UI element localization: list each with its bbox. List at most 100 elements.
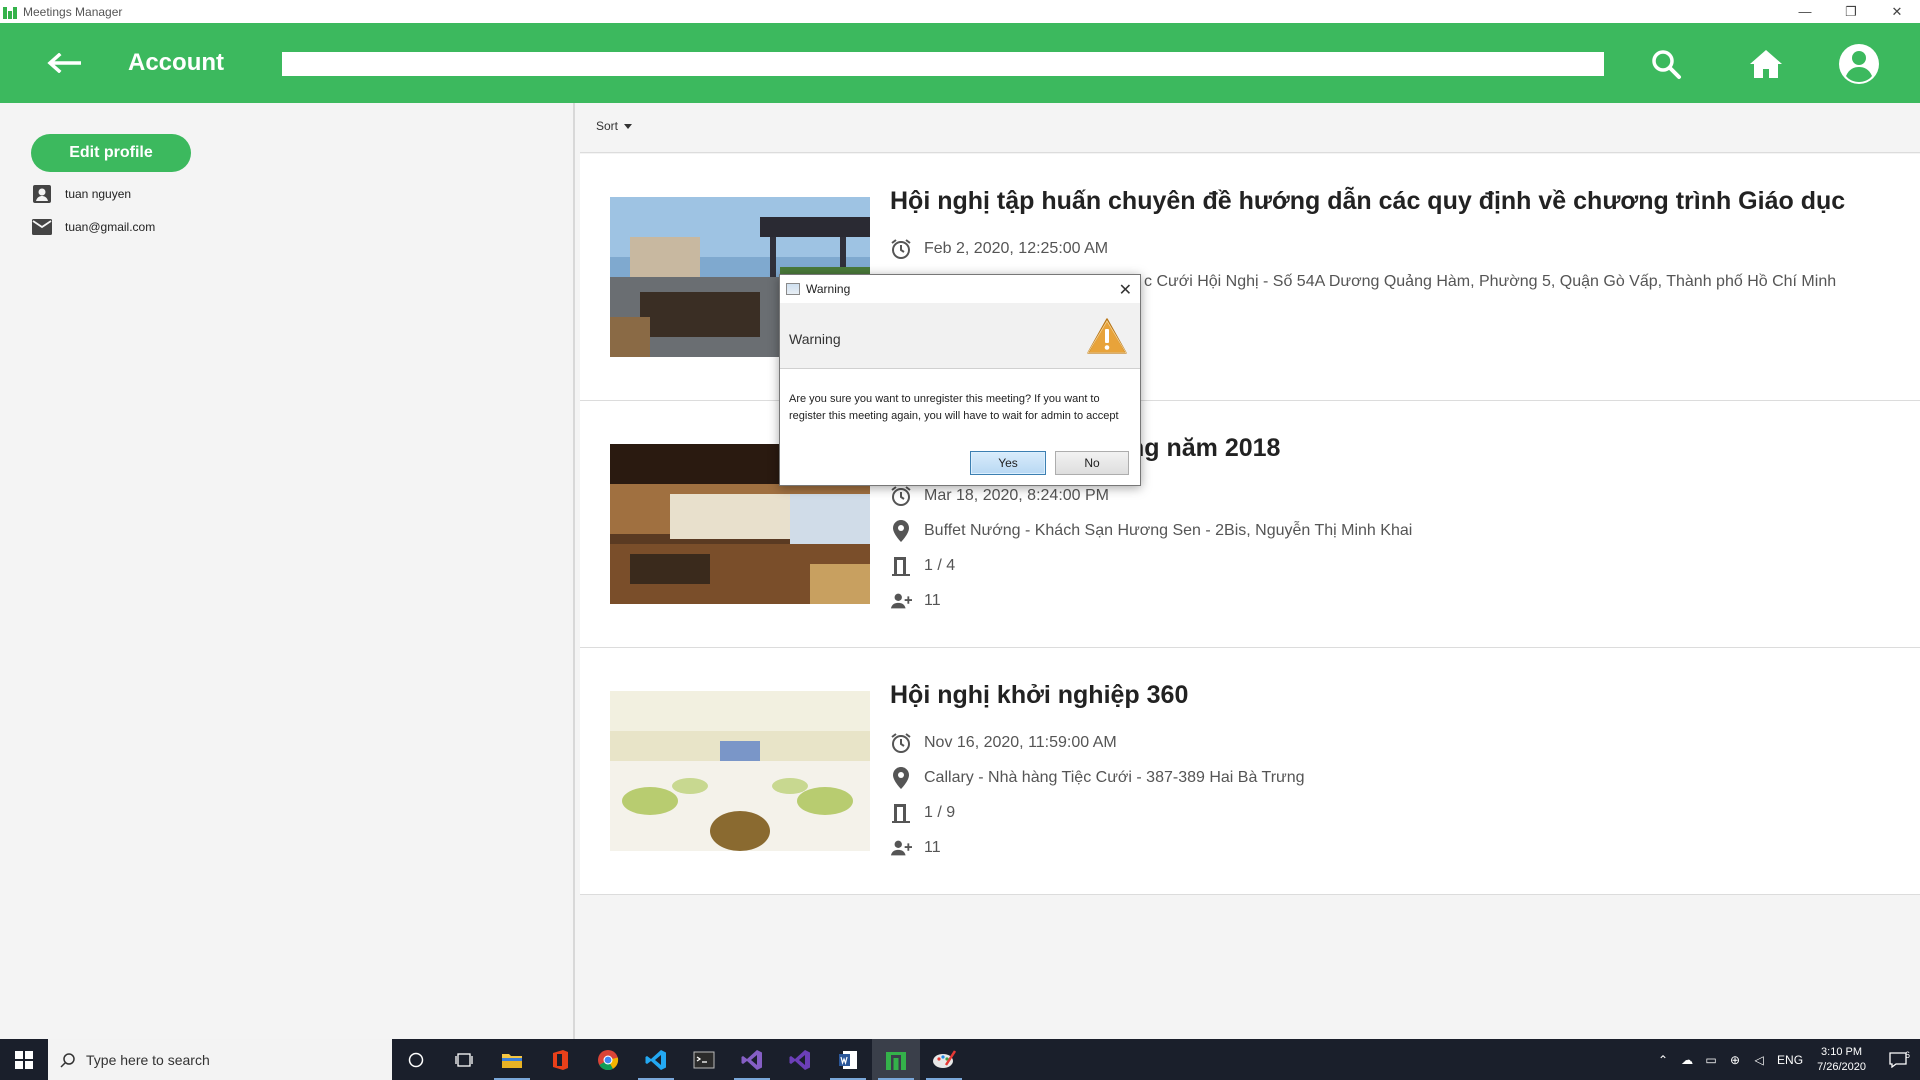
warning-dialog: Warning ✕ Warning Are you sure you want … <box>779 274 1141 486</box>
dialog-close-button[interactable]: ✕ <box>1119 280 1132 300</box>
profile-email-row: tuan@gmail.com <box>32 219 155 235</box>
meeting-participants: 11 <box>924 592 941 609</box>
visual-studio-icon <box>789 1049 810 1070</box>
system-tray: ⌃ ☁ ▭ ⊕ ◁ ENG 3:10 PM 7/26/2020 6 <box>1651 1039 1920 1080</box>
battery-icon[interactable]: ▭ <box>1699 1053 1723 1067</box>
task-view-icon <box>455 1052 473 1067</box>
meeting-location-row: c Cưới Hội Nghị - Số 54A Dương Quảng Hàm… <box>1144 273 1836 291</box>
meeting-datetime-row: Nov 16, 2020, 11:59:00 AM <box>890 732 1117 754</box>
alarm-clock-icon <box>891 733 911 753</box>
location-pin-icon <box>893 520 909 542</box>
warning-icon <box>1087 318 1127 354</box>
minimize-button[interactable]: — <box>1782 0 1828 23</box>
meeting-datetime: Feb 2, 2020, 12:25:00 AM <box>924 240 1109 257</box>
sort-button[interactable]: Sort <box>596 119 633 133</box>
clock-date: 7/26/2020 <box>1817 1060 1866 1073</box>
window-title: Meetings Manager <box>23 4 123 19</box>
meeting-datetime: Nov 16, 2020, 11:59:00 AM <box>924 734 1117 751</box>
meeting-location: c Cưới Hội Nghị - Số 54A Dương Quảng Hàm… <box>1144 273 1837 290</box>
account-button[interactable] <box>1838 43 1880 85</box>
meeting-datetime-row: Mar 18, 2020, 8:24:00 PM <box>890 485 1109 507</box>
yes-button[interactable]: Yes <box>970 451 1046 475</box>
location-pin-icon <box>893 767 909 789</box>
profile-name-row: tuan nguyen <box>32 184 131 204</box>
search-input[interactable] <box>282 52 1604 76</box>
clock-time: 3:10 PM <box>1821 1045 1863 1058</box>
meeting-title[interactable]: Hội nghị khởi nghiệp 360 <box>890 681 1188 710</box>
folder-icon <box>502 1053 522 1068</box>
profile-name: tuan nguyen <box>65 187 132 201</box>
window-icon <box>786 283 800 295</box>
door-icon <box>892 804 910 823</box>
meeting-rooms: 1 / 9 <box>924 804 956 821</box>
clock[interactable]: 3:10 PM 7/26/2020 <box>1817 1045 1866 1075</box>
alarm-clock-icon <box>891 486 911 506</box>
meeting-card[interactable]: Hội nghị khởi nghiệp 360 Nov 16, 2020, 1… <box>580 648 1920 895</box>
arrow-left-icon <box>47 53 81 73</box>
taskbar-search-placeholder: Type here to search <box>86 1051 210 1068</box>
person-icon <box>33 185 51 203</box>
window-close-button[interactable]: ✕ <box>1874 0 1920 23</box>
meeting-location-row: Callary - Nhà hàng Tiệc Cưới - 387-389 H… <box>890 767 1305 789</box>
meeting-participants-row: 11 <box>890 837 941 859</box>
taskbar: Type here to search ⌃ ☁ ▭ ⊕ ◁ ENG 3:10 P… <box>0 1039 1920 1080</box>
meeting-location: Buffet Nướng - Khách Sạn Hương Sen - 2Bi… <box>924 522 1413 539</box>
office-icon <box>553 1049 568 1070</box>
home-button[interactable] <box>1745 43 1787 85</box>
profile-email: tuan@gmail.com <box>65 220 156 234</box>
notifications-button[interactable]: 6 <box>1876 1050 1920 1068</box>
meeting-title[interactable]: ng năm 2018 <box>1129 434 1280 463</box>
volume-icon[interactable]: ◁ <box>1747 1053 1771 1067</box>
vscode-icon <box>645 1049 666 1070</box>
dialog-message: Are you sure you want to unregister this… <box>789 393 1119 422</box>
profile-panel: Edit profile tuan nguyen tuan@gmail.com <box>0 103 575 1039</box>
cortana-button[interactable] <box>392 1039 440 1080</box>
email-icon <box>32 219 52 235</box>
dialog-header-text: Warning <box>789 331 841 347</box>
task-view-button[interactable] <box>440 1039 488 1080</box>
meeting-title[interactable]: Hội nghị tập huấn chuyên đề hướng dẫn cá… <box>890 187 1845 216</box>
sort-label: Sort <box>596 119 619 133</box>
network-icon[interactable]: ⊕ <box>1723 1053 1747 1067</box>
taskbar-word[interactable] <box>824 1039 872 1080</box>
windows-icon <box>15 1050 33 1069</box>
taskbar-vscode[interactable] <box>632 1039 680 1080</box>
taskbar-visual-studio[interactable] <box>728 1039 776 1080</box>
home-icon <box>1750 50 1782 78</box>
meeting-thumbnail <box>610 691 870 851</box>
meeting-rooms-row: 1 / 9 <box>890 802 955 824</box>
taskbar-office[interactable] <box>536 1039 584 1080</box>
dialog-header: Warning <box>780 303 1140 369</box>
page-title: Account <box>128 49 224 76</box>
taskbar-chrome[interactable] <box>584 1039 632 1080</box>
no-button[interactable]: No <box>1055 451 1129 475</box>
meeting-location-row: Buffet Nướng - Khách Sạn Hương Sen - 2Bi… <box>890 520 1412 542</box>
sort-bar: Sort <box>580 103 1920 153</box>
taskbar-meetings-manager[interactable] <box>872 1039 920 1080</box>
restore-button[interactable]: ❐ <box>1828 0 1874 23</box>
chevron-up-icon[interactable]: ⌃ <box>1651 1053 1675 1067</box>
meeting-participants-row: 11 <box>890 590 941 612</box>
window-titlebar: Meetings Manager — ❐ ✕ <box>0 0 1920 23</box>
start-button[interactable] <box>0 1039 48 1080</box>
search-button[interactable] <box>1645 43 1687 85</box>
dialog-titlebar: Warning <box>780 275 1140 303</box>
caret-down-icon <box>624 123 633 129</box>
taskbar-file-explorer[interactable] <box>488 1039 536 1080</box>
taskbar-terminal[interactable] <box>680 1039 728 1080</box>
visual-studio-icon <box>741 1049 762 1070</box>
taskbar-paint[interactable] <box>920 1039 968 1080</box>
language-indicator[interactable]: ENG <box>1771 1053 1809 1067</box>
taskbar-search-box[interactable]: Type here to search <box>48 1039 392 1080</box>
taskbar-visual-studio-2[interactable] <box>776 1039 824 1080</box>
cortana-icon <box>408 1052 424 1067</box>
meeting-participants: 11 <box>924 839 941 856</box>
edit-profile-button[interactable]: Edit profile <box>31 134 191 172</box>
onedrive-icon[interactable]: ☁ <box>1675 1053 1699 1067</box>
meeting-rooms-row: 1 / 4 <box>890 555 955 577</box>
meetings-panel: Sort Hội nghị tập huấn chuyên đề hướng d… <box>580 103 1920 1039</box>
alarm-clock-icon <box>891 239 911 259</box>
meetings-manager-icon <box>886 1051 906 1070</box>
back-button[interactable] <box>44 45 84 81</box>
door-icon <box>892 557 910 576</box>
